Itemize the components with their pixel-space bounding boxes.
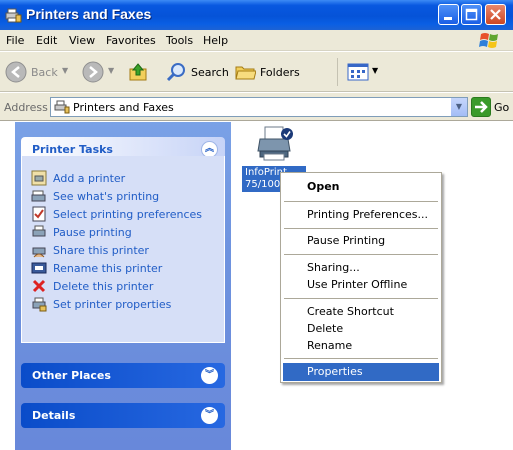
back-label: Back (31, 66, 58, 79)
menu-help[interactable]: Help (203, 34, 228, 47)
task-pause-printing[interactable]: Pause printing (31, 224, 221, 240)
other-places-title: Other Places (32, 369, 111, 382)
search-icon (166, 63, 185, 82)
menu-tools[interactable]: Tools (166, 34, 193, 47)
up-folder-icon (129, 63, 147, 81)
preferences-icon (32, 206, 46, 222)
rename-icon (31, 262, 47, 274)
task-label: See what's printing (53, 190, 160, 203)
expand-chevron-icon[interactable]: ︾ (201, 407, 218, 424)
context-menu: Open Printing Preferences... Pause Print… (280, 172, 442, 383)
address-dropdown-button[interactable]: ▼ (450, 98, 467, 116)
details-title: Details (32, 409, 76, 422)
menu-view[interactable]: View (69, 34, 95, 47)
task-label: Select printing preferences (53, 208, 203, 221)
menu-item-sharing[interactable]: Sharing... (283, 259, 439, 277)
task-see-printing[interactable]: See what's printing (31, 188, 221, 204)
task-label: Rename this printer (53, 262, 163, 275)
window-title: Printers and Faxes (26, 6, 152, 22)
printer-tasks-title: Printer Tasks (32, 143, 113, 156)
task-add-printer[interactable]: Add a printer (31, 170, 221, 186)
menu-item-open[interactable]: Open (283, 178, 439, 196)
print-queue-icon (31, 190, 46, 202)
menu-separator (284, 298, 438, 299)
close-button[interactable] (485, 4, 506, 25)
printer-tasks-list: Add a printer See what's printing Select… (21, 156, 225, 343)
task-delete-printer[interactable]: Delete this printer (31, 278, 221, 294)
share-printer-icon (32, 247, 46, 258)
task-pane: Printer Tasks ︽ Add a printer See what's… (15, 122, 231, 450)
maximize-icon (465, 8, 478, 21)
menu-item-delete[interactable]: Delete (283, 320, 439, 338)
go-button[interactable] (471, 97, 491, 117)
views-button[interactable]: ▼ (345, 59, 383, 85)
maximize-button[interactable] (461, 4, 482, 25)
toolbar-divider (337, 58, 338, 86)
toolbar: Back ▼ ▼ Search Folders ▼ (0, 52, 513, 92)
task-label: Share this printer (53, 244, 149, 257)
chevron-down-icon: ▼ (108, 66, 115, 75)
menu-edit[interactable]: Edit (36, 34, 57, 47)
minimize-button[interactable] (438, 4, 459, 25)
address-bar: Address Printers and Faxes ▼ Go (0, 93, 513, 121)
default-printer-check-icon (281, 128, 293, 140)
expand-chevron-icon[interactable]: ︾ (201, 367, 218, 384)
details-header[interactable]: Details ︾ (21, 403, 225, 428)
chevron-down-icon: ▼ (62, 66, 69, 75)
printer-icon (257, 126, 293, 161)
add-printer-icon (31, 170, 47, 186)
menu-file[interactable]: File (6, 34, 24, 47)
folders-icon (235, 66, 256, 80)
minimize-icon (444, 17, 452, 20)
other-places-header[interactable]: Other Places ︾ (21, 363, 225, 388)
printer-fax-icon (5, 8, 22, 23)
pause-printer-icon (32, 225, 46, 237)
task-rename-printer[interactable]: Rename this printer (31, 260, 221, 276)
menu-item-create-shortcut[interactable]: Create Shortcut (283, 303, 439, 321)
close-icon (490, 9, 501, 20)
go-arrow-icon (475, 101, 488, 113)
views-icon (347, 63, 369, 81)
task-label: Set printer properties (53, 298, 172, 311)
printer-fax-icon (54, 100, 70, 114)
menu-item-printing-preferences[interactable]: Printing Preferences... (283, 206, 439, 224)
forward-button[interactable]: ▼ (80, 59, 118, 85)
task-label: Delete this printer (53, 280, 154, 293)
go-label[interactable]: Go (494, 101, 509, 114)
menu-favorites[interactable]: Favorites (106, 34, 156, 47)
menu-item-properties[interactable]: Properties (283, 363, 439, 381)
address-value: Printers and Faxes (73, 101, 174, 114)
search-button[interactable]: Search (163, 59, 229, 85)
menu-item-pause-printing[interactable]: Pause Printing (283, 232, 439, 250)
back-button[interactable]: Back ▼ (3, 59, 73, 85)
chevron-down-icon: ▼ (372, 66, 379, 75)
address-label: Address (4, 101, 48, 114)
task-label: Add a printer (53, 172, 126, 185)
folders-label: Folders (260, 66, 300, 79)
menu-separator (284, 228, 438, 229)
menu-item-rename[interactable]: Rename (283, 337, 439, 355)
task-set-properties[interactable]: Set printer properties (31, 296, 221, 312)
address-input[interactable]: Printers and Faxes ▼ (50, 97, 468, 117)
explorer-window: Printers and Faxes File Edit View Favori… (0, 0, 513, 450)
forward-arrow-icon (82, 61, 104, 83)
task-share-printer[interactable]: Share this printer (31, 242, 221, 258)
menu-separator (284, 254, 438, 255)
menu-bar: File Edit View Favorites Tools Help (0, 30, 513, 51)
windows-logo-icon (479, 33, 498, 48)
task-select-preferences[interactable]: Select printing preferences (31, 206, 221, 222)
menu-item-use-printer-offline[interactable]: Use Printer Offline (283, 276, 439, 294)
up-folder-button[interactable] (124, 59, 154, 85)
delete-x-icon (32, 279, 46, 293)
back-arrow-icon (5, 61, 27, 83)
title-bar[interactable]: Printers and Faxes (0, 0, 513, 30)
search-label: Search (191, 66, 229, 79)
menu-separator (284, 358, 438, 359)
folders-button[interactable]: Folders (232, 59, 302, 85)
printer-properties-icon (32, 297, 47, 312)
menu-separator (284, 201, 438, 202)
task-label: Pause printing (53, 226, 132, 239)
